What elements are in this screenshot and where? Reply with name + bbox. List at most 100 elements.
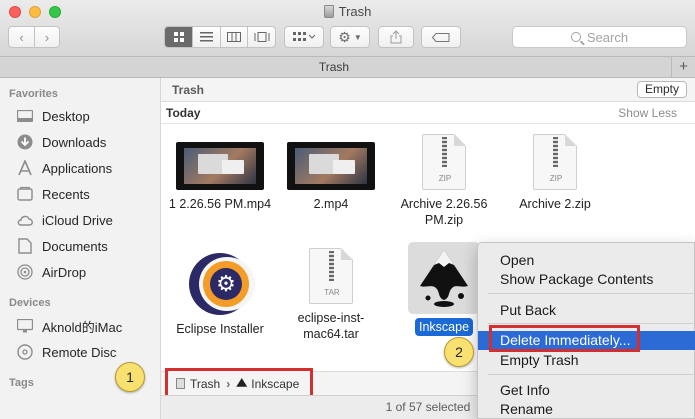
arrange-grid-icon [293,32,315,41]
sidebar-item-downloads[interactable]: Downloads [16,131,106,153]
path-item-trash[interactable]: Trash [190,377,220,391]
arrange-button[interactable] [284,26,324,48]
sidebar-item-label: Aknold的iMac [42,319,123,335]
sidebar-item-airdrop[interactable]: AirDrop [16,261,86,283]
gear-icon: ⚙ [210,268,242,300]
sidebar-header-tags: Tags [9,377,34,389]
sidebar-header-favorites: Favorites [9,88,58,100]
tag-icon [432,32,450,42]
list-icon [200,32,214,42]
new-tab-button[interactable]: + [671,57,695,78]
section-title: Today [166,106,201,120]
desktop-icon [16,107,34,125]
file-name: Eclipse Installer [176,322,264,336]
search-icon [570,32,581,42]
file-item[interactable]: 2.mp4 [276,142,386,212]
file-item[interactable]: TAR eclipse-inst-mac64.tar [276,248,386,342]
finder-window: Trash ‹ › ⚙ ▼ Search Trash + Favorites D… [0,0,695,419]
menu-separator [488,374,695,375]
trash-icon [323,5,334,18]
sidebar-item-label: Documents [42,238,108,254]
view-mode-group [164,26,276,48]
show-less-link[interactable]: Show Less [618,106,677,120]
chevron-down-icon: ▼ [353,32,362,42]
folder-header: Trash Empty [161,78,695,102]
section-header: Today Show Less [161,102,695,124]
disc-icon [16,343,34,361]
grid-icon [173,32,184,42]
share-button[interactable] [378,26,414,48]
inkscape-icon [236,378,248,387]
video-thumbnail [176,142,264,190]
sidebar-item-recents[interactable]: Recents [16,183,90,205]
cloud-icon [16,211,34,229]
sidebar-item-label: Downloads [42,134,107,150]
empty-trash-button[interactable]: Empty [636,81,687,98]
menu-item-rename[interactable]: Rename [478,400,695,419]
menu-separator [488,293,695,294]
menu-item-show-package-contents[interactable]: Show Package Contents [478,270,695,289]
eclipse-installer-icon: ⚙ [189,253,255,315]
menu-item-put-back[interactable]: Put Back [478,301,695,320]
file-item[interactable]: ZIP Archive 2.26.56 PM.zip [389,134,499,228]
tar-file-icon: TAR [309,248,353,304]
sidebar-item-remote-disc[interactable]: Remote Disc [16,341,116,363]
menu-item-get-info[interactable]: Get Info [478,381,695,400]
documents-icon [16,237,34,255]
file-name: Inkscape [414,318,474,336]
gallery-icon [254,32,270,42]
annotation-badge-1: 1 [115,362,145,392]
file-name: eclipse-inst-mac64.tar [297,311,365,341]
sidebar-item-imac[interactable]: Aknold的iMac [16,315,122,337]
annotation-badge-2: 2 [444,337,474,367]
file-name: Archive 2.zip [519,197,591,211]
gallery-view-button[interactable] [247,27,275,47]
recents-icon [16,185,34,203]
path-item-inkscape[interactable]: Inkscape [251,377,299,391]
back-forward-group: ‹ › [8,26,60,48]
chevron-right-icon: › [226,376,231,391]
sidebar-item-label: Remote Disc [42,344,117,360]
gear-icon: ⚙ [338,28,351,45]
folder-title: Trash [172,83,205,97]
tab-trash[interactable]: Trash [0,60,668,74]
inkscape-icon [408,242,480,314]
forward-button[interactable]: › [33,27,59,47]
menu-highlight-box [489,325,640,352]
file-item[interactable]: ⚙ Eclipse Installer [165,253,275,337]
sidebar-item-icloud-drive[interactable]: iCloud Drive [16,209,113,231]
file-item[interactable]: ZIP Archive 2.zip [500,134,610,212]
column-view-button[interactable] [219,27,248,47]
back-button[interactable]: ‹ [9,27,34,47]
window-title: Trash [0,4,695,19]
action-button[interactable]: ⚙ ▼ [330,26,370,48]
trash-icon [176,378,185,389]
imac-icon [16,317,34,335]
sidebar-item-documents[interactable]: Documents [16,235,108,257]
sidebar-item-label: AirDrop [42,264,87,280]
video-thumbnail [287,142,375,190]
file-name: Archive 2.26.56 PM.zip [400,197,488,227]
file-name: 2.mp4 [313,197,349,211]
share-icon [390,30,402,44]
menu-item-open[interactable]: Open [478,251,695,270]
applications-icon [16,159,34,177]
airdrop-icon [16,263,34,281]
sidebar-item-label: iCloud Drive [42,212,113,228]
list-view-button[interactable] [192,27,220,47]
tab-bar: Trash + [0,57,695,78]
file-item[interactable]: 1 2.26.56 PM.mp4 [165,142,275,212]
sidebar-item-desktop[interactable]: Desktop [16,105,90,127]
tags-button[interactable] [421,26,461,48]
menu-item-empty-trash[interactable]: Empty Trash [478,351,695,370]
sidebar-item-label: Applications [42,160,113,176]
icon-view-button[interactable] [165,27,193,47]
downloads-icon [16,133,34,151]
zip-file-icon: ZIP [422,134,466,190]
sidebar-item-applications[interactable]: Applications [16,157,112,179]
toolbar: Trash ‹ › ⚙ ▼ Search [0,0,695,57]
search-input[interactable]: Search [512,26,687,48]
file-name: 1 2.26.56 PM.mp4 [168,197,272,211]
sidebar-header-devices: Devices [9,297,51,309]
columns-icon [227,32,242,42]
